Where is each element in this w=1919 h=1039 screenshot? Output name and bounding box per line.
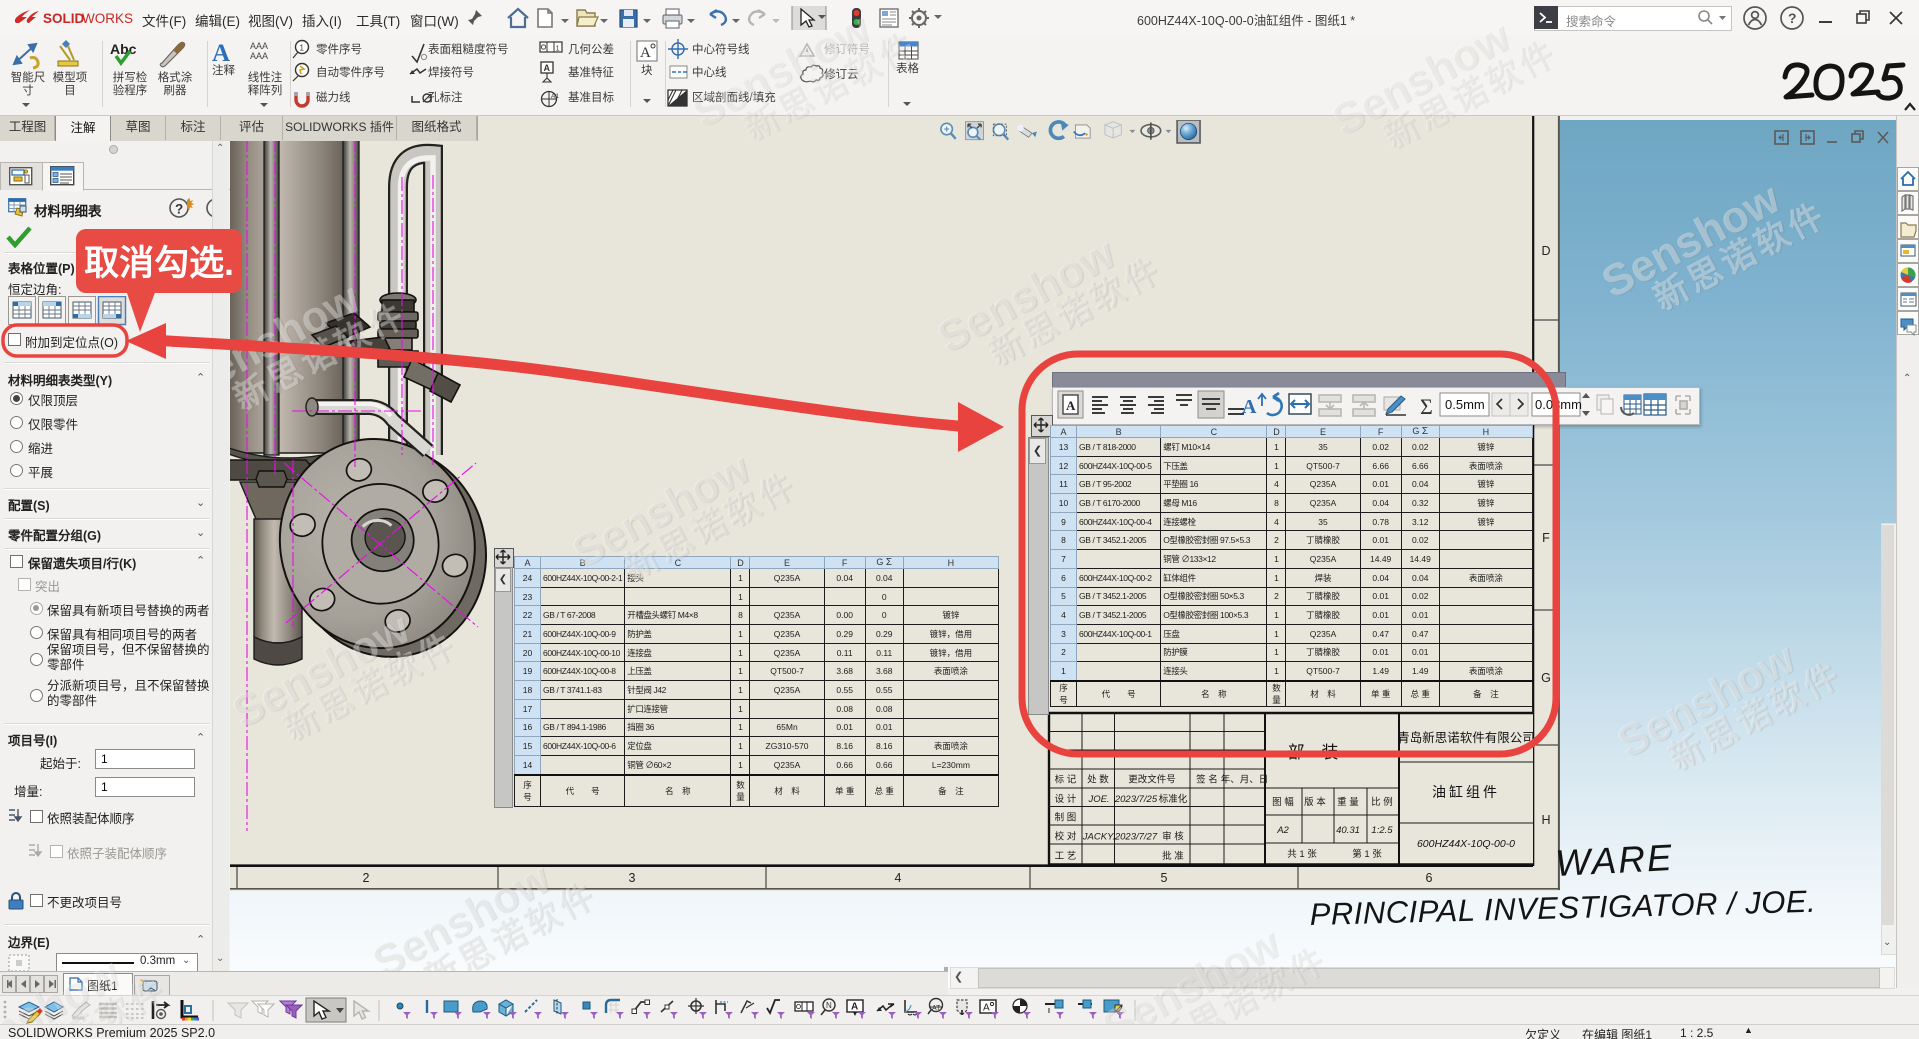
svg-text:Abc: Abc	[110, 41, 137, 57]
svg-text:AAA: AAA	[250, 51, 268, 61]
svg-text:A: A	[640, 45, 651, 61]
svg-text:A: A	[1066, 398, 1076, 413]
svg-text:更改文件号: 更改文件号	[1128, 774, 1176, 786]
svg-text:青岛新思诺软件有限公司: 青岛新思诺软件有限公司	[1397, 730, 1535, 745]
svg-text:A: A	[212, 40, 230, 67]
svg-text:40.31: 40.31	[1336, 825, 1360, 836]
svg-text:标准化: 标准化	[1159, 793, 1188, 805]
svg-text:2: 2	[363, 871, 370, 885]
svg-text:部 装: 部 装	[1288, 743, 1345, 762]
svg-text:签 名: 签 名	[1196, 774, 1218, 786]
svg-text:JACKY.: JACKY.	[1082, 832, 1115, 843]
svg-text:2023/7/25: 2023/7/25	[1114, 794, 1158, 805]
svg-text:0.03mm: 0.03mm	[1535, 397, 1582, 412]
svg-text:批 准: 批 准	[1162, 850, 1184, 862]
svg-text:1: 1	[300, 44, 305, 53]
svg-text:A: A	[983, 1003, 990, 1014]
svg-text:H: H	[1541, 813, 1550, 827]
svg-text:1:2.5: 1:2.5	[1371, 825, 1393, 836]
svg-text:4: 4	[895, 871, 902, 885]
svg-text:处 数: 处 数	[1087, 774, 1109, 786]
svg-text:0.5mm: 0.5mm	[1445, 397, 1485, 412]
svg-text:比 例: 比 例	[1371, 796, 1393, 808]
svg-text:图 幅: 图 幅	[1272, 796, 1294, 808]
svg-text:6: 6	[1426, 871, 1433, 885]
svg-text:JOE.: JOE.	[1087, 794, 1109, 805]
svg-text:?: ?	[1788, 10, 1797, 26]
svg-text:制 图: 制 图	[1055, 812, 1077, 824]
svg-text:600HZ44X-10Q-00-0: 600HZ44X-10Q-00-0	[1417, 838, 1515, 850]
svg-text:WORKS: WORKS	[82, 11, 133, 26]
svg-text:标 记: 标 记	[1055, 774, 1077, 786]
svg-text:G: G	[1541, 671, 1551, 685]
svg-text:工 艺: 工 艺	[1055, 851, 1077, 862]
svg-text:D: D	[1541, 244, 1550, 258]
svg-text:A: A	[1242, 396, 1257, 418]
svg-text:AAA: AAA	[250, 41, 268, 51]
svg-text:3: 3	[629, 871, 636, 885]
svg-text:审 核: 审 核	[1162, 831, 1184, 843]
svg-text:共 1 张: 共 1 张	[1287, 849, 1317, 860]
svg-text:1: 1	[556, 44, 560, 53]
svg-text:年、月、日: 年、月、日	[1221, 774, 1269, 786]
svg-text:校 对: 校 对	[1055, 831, 1077, 843]
svg-text:5: 5	[1161, 871, 1168, 885]
svg-text:2023/7/27: 2023/7/27	[1114, 832, 1158, 843]
svg-text:A1: A1	[551, 93, 559, 100]
svg-text:版 本: 版 本	[1304, 796, 1326, 808]
svg-text:A: A	[544, 63, 551, 73]
svg-text:F: F	[1542, 531, 1550, 545]
svg-text:重 量: 重 量	[1337, 796, 1359, 808]
svg-text:SOLID: SOLID	[43, 11, 85, 26]
svg-text:A: A	[851, 1002, 858, 1013]
svg-text:油缸组件: 油缸组件	[1432, 784, 1500, 800]
svg-text:A2: A2	[1276, 825, 1289, 836]
svg-text:第 1 张: 第 1 张	[1352, 848, 1382, 860]
svg-text:Σ: Σ	[1420, 394, 1433, 419]
svg-text:AT: AT	[932, 1005, 941, 1012]
svg-text:设 计: 设 计	[1055, 793, 1077, 805]
svg-text:?: ?	[175, 202, 183, 217]
svg-text:N: N	[826, 1001, 832, 1010]
